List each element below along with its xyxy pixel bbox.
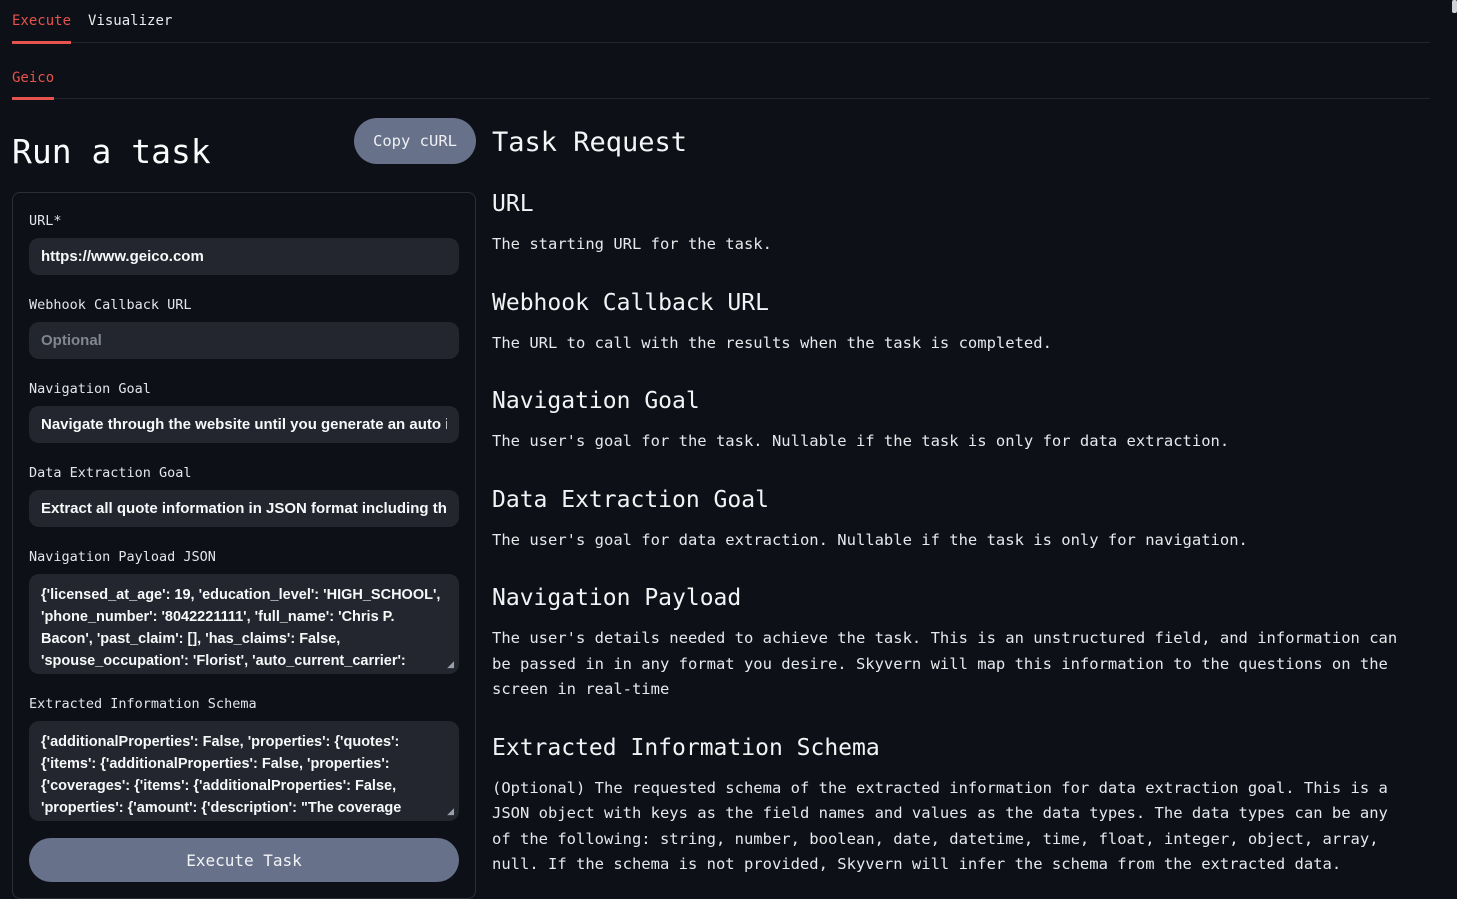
extracted-information-schema-label: Extracted Information Schema — [29, 696, 459, 713]
execute-task-button[interactable]: Execute Task — [29, 838, 459, 882]
data-extraction-goal-input[interactable] — [29, 490, 459, 527]
main-tab-bar: Execute Visualizer — [12, 0, 1430, 43]
doc-body-extracted-information-schema: (Optional) The requested schema of the e… — [492, 776, 1402, 878]
doc-body-data-extraction-goal: The user's goal for data extraction. Nul… — [492, 528, 1402, 554]
doc-body-navigation-payload: The user's details needed to achieve the… — [492, 626, 1402, 703]
page-title: Run a task — [12, 132, 211, 172]
doc-heading-navigation-payload: Navigation Payload — [492, 584, 1402, 612]
doc-heading-extracted-information-schema: Extracted Information Schema — [492, 734, 1402, 762]
doc-heading-url: URL — [492, 190, 1402, 218]
doc-heading-data-extraction-goal: Data Extraction Goal — [492, 486, 1402, 514]
tab-geico[interactable]: Geico — [12, 43, 54, 98]
extracted-schema-textarea[interactable]: {'additionalProperties': False, 'propert… — [29, 721, 459, 821]
active-subtab-indicator — [12, 97, 54, 100]
scrollbar-thumb[interactable] — [1452, 0, 1457, 13]
tab-visualizer[interactable]: Visualizer — [88, 0, 172, 42]
copy-curl-button[interactable]: Copy cURL — [354, 118, 476, 164]
doc-heading-navigation-goal: Navigation Goal — [492, 387, 1402, 415]
url-label: URL* — [29, 213, 459, 230]
data-extraction-goal-label: Data Extraction Goal — [29, 465, 459, 482]
doc-heading-webhook-callback-url: Webhook Callback URL — [492, 289, 1402, 317]
navigation-goal-label: Navigation Goal — [29, 381, 459, 398]
field-navigation-payload-json: Navigation Payload JSON {'licensed_at_ag… — [29, 549, 459, 674]
tab-execute[interactable]: Execute — [12, 0, 71, 42]
tab-execute-label: Execute — [12, 13, 71, 29]
main-content: Run a task Copy cURL URL* Webhook Callba… — [0, 99, 1457, 899]
navigation-payload-textarea[interactable]: {'licensed_at_age': 19, 'education_level… — [29, 574, 459, 674]
doc-section-webhook-callback-url: Webhook Callback URL The URL to call wit… — [492, 289, 1402, 357]
field-extracted-information-schema: Extracted Information Schema {'additiona… — [29, 696, 459, 821]
doc-section-navigation-payload: Navigation Payload The user's details ne… — [492, 584, 1402, 703]
run-task-header: Run a task Copy cURL — [12, 118, 476, 172]
task-form-card: URL* Webhook Callback URL Navigation Goa… — [12, 192, 476, 899]
doc-section-navigation-goal: Navigation Goal The user's goal for the … — [492, 387, 1402, 455]
doc-body-navigation-goal: The user's goal for the task. Nullable i… — [492, 429, 1402, 455]
field-webhook-callback-url: Webhook Callback URL — [29, 297, 459, 359]
field-url: URL* — [29, 213, 459, 275]
session-tab-bar: Geico — [12, 43, 1430, 99]
navigation-payload-json-label: Navigation Payload JSON — [29, 549, 459, 566]
field-navigation-goal: Navigation Goal — [29, 381, 459, 443]
task-request-docs: Task Request URL The starting URL for th… — [492, 99, 1402, 878]
tab-visualizer-label: Visualizer — [88, 13, 172, 29]
webhook-callback-url-input[interactable] — [29, 322, 459, 359]
doc-section-extracted-information-schema: Extracted Information Schema (Optional) … — [492, 734, 1402, 878]
field-data-extraction-goal: Data Extraction Goal — [29, 465, 459, 527]
navigation-goal-input[interactable] — [29, 406, 459, 443]
doc-body-webhook-callback-url: The URL to call with the results when th… — [492, 331, 1402, 357]
url-input[interactable] — [29, 238, 459, 275]
doc-section-data-extraction-goal: Data Extraction Goal The user's goal for… — [492, 486, 1402, 554]
run-task-panel: Run a task Copy cURL URL* Webhook Callba… — [12, 99, 476, 899]
docs-title: Task Request — [492, 126, 1402, 159]
tab-geico-label: Geico — [12, 70, 54, 86]
doc-body-url: The starting URL for the task. — [492, 232, 1402, 258]
webhook-callback-url-label: Webhook Callback URL — [29, 297, 459, 314]
doc-section-url: URL The starting URL for the task. — [492, 190, 1402, 258]
